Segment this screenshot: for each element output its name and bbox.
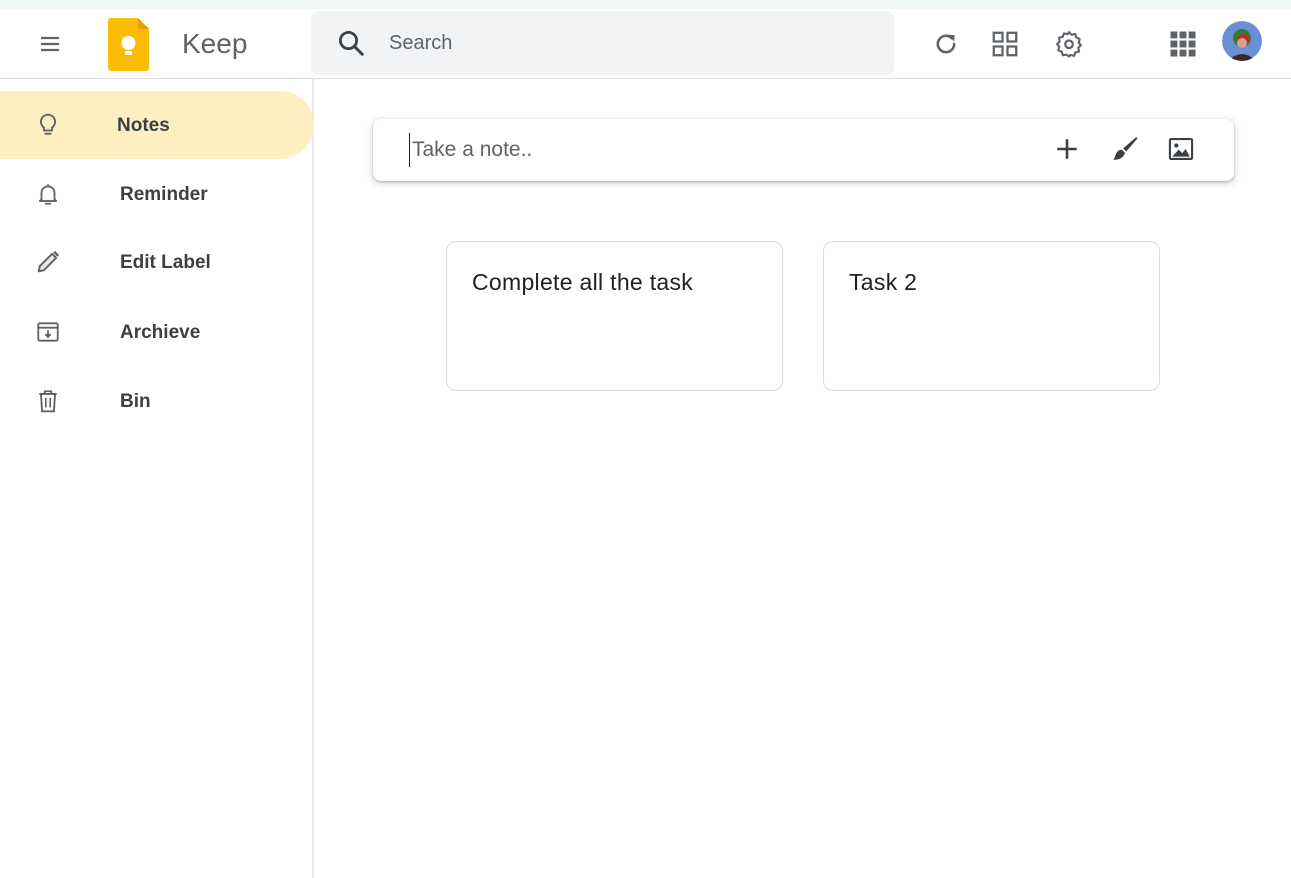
main-content: Complete all the task Task 2 xyxy=(316,79,1291,878)
sidebar-item-notes[interactable]: Notes xyxy=(0,91,314,159)
image-icon xyxy=(1168,138,1194,160)
archive-icon xyxy=(34,318,62,346)
paintbrush-icon xyxy=(1113,137,1138,160)
note-title: Task 2 xyxy=(849,269,918,295)
note-card[interactable]: Task 2 xyxy=(823,241,1160,391)
trash-icon xyxy=(34,387,62,415)
search-bar xyxy=(311,11,894,75)
sidebar-item-label: Archieve xyxy=(120,322,201,343)
plus-icon xyxy=(1057,139,1077,159)
search-input[interactable] xyxy=(389,25,869,61)
sidebar-item-archieve[interactable]: Archieve xyxy=(0,298,314,366)
app-header: Keep xyxy=(0,9,1291,79)
search-button[interactable] xyxy=(327,19,375,67)
apps-button[interactable] xyxy=(1159,20,1207,68)
apps-grid-icon xyxy=(1170,31,1196,57)
keep-logo[interactable] xyxy=(108,16,150,72)
keep-logo-icon xyxy=(108,18,149,71)
paintbrush-button[interactable] xyxy=(1103,127,1147,171)
grid-view-icon xyxy=(992,31,1018,57)
settings-button[interactable] xyxy=(1045,20,1093,68)
sidebar-item-label: Edit Label xyxy=(120,252,211,273)
avatar-image xyxy=(1222,21,1262,61)
sidebar-item-label: Bin xyxy=(120,391,151,412)
pencil-icon xyxy=(34,248,62,276)
note-composer xyxy=(373,119,1234,181)
sidebar-item-label: Notes xyxy=(117,115,170,136)
refresh-button[interactable] xyxy=(922,20,970,68)
app-title: Keep xyxy=(182,28,248,59)
sidebar-item-edit-label[interactable]: Edit Label xyxy=(0,228,314,296)
take-note-input[interactable] xyxy=(409,133,1009,167)
search-icon xyxy=(339,31,364,56)
lightbulb-icon xyxy=(34,111,62,139)
sidebar-item-label: Reminder xyxy=(120,184,208,205)
add-note-button[interactable] xyxy=(1045,127,1089,171)
hamburger-menu-icon xyxy=(41,36,59,52)
add-image-button[interactable] xyxy=(1159,127,1203,171)
bell-icon xyxy=(34,180,62,208)
avatar[interactable] xyxy=(1222,21,1262,61)
window-top-strip xyxy=(0,0,1291,9)
main-menu-button[interactable] xyxy=(26,20,74,68)
sidebar: Notes Reminder Edit Label Archieve Bin xyxy=(0,79,314,878)
refresh-icon xyxy=(936,34,956,54)
sidebar-item-reminder[interactable]: Reminder xyxy=(0,160,314,228)
note-card[interactable]: Complete all the task xyxy=(446,241,783,391)
note-title: Complete all the task xyxy=(472,269,694,295)
sidebar-item-bin[interactable]: Bin xyxy=(0,367,314,435)
grid-view-button[interactable] xyxy=(981,20,1029,68)
settings-gear-icon xyxy=(1056,31,1082,58)
